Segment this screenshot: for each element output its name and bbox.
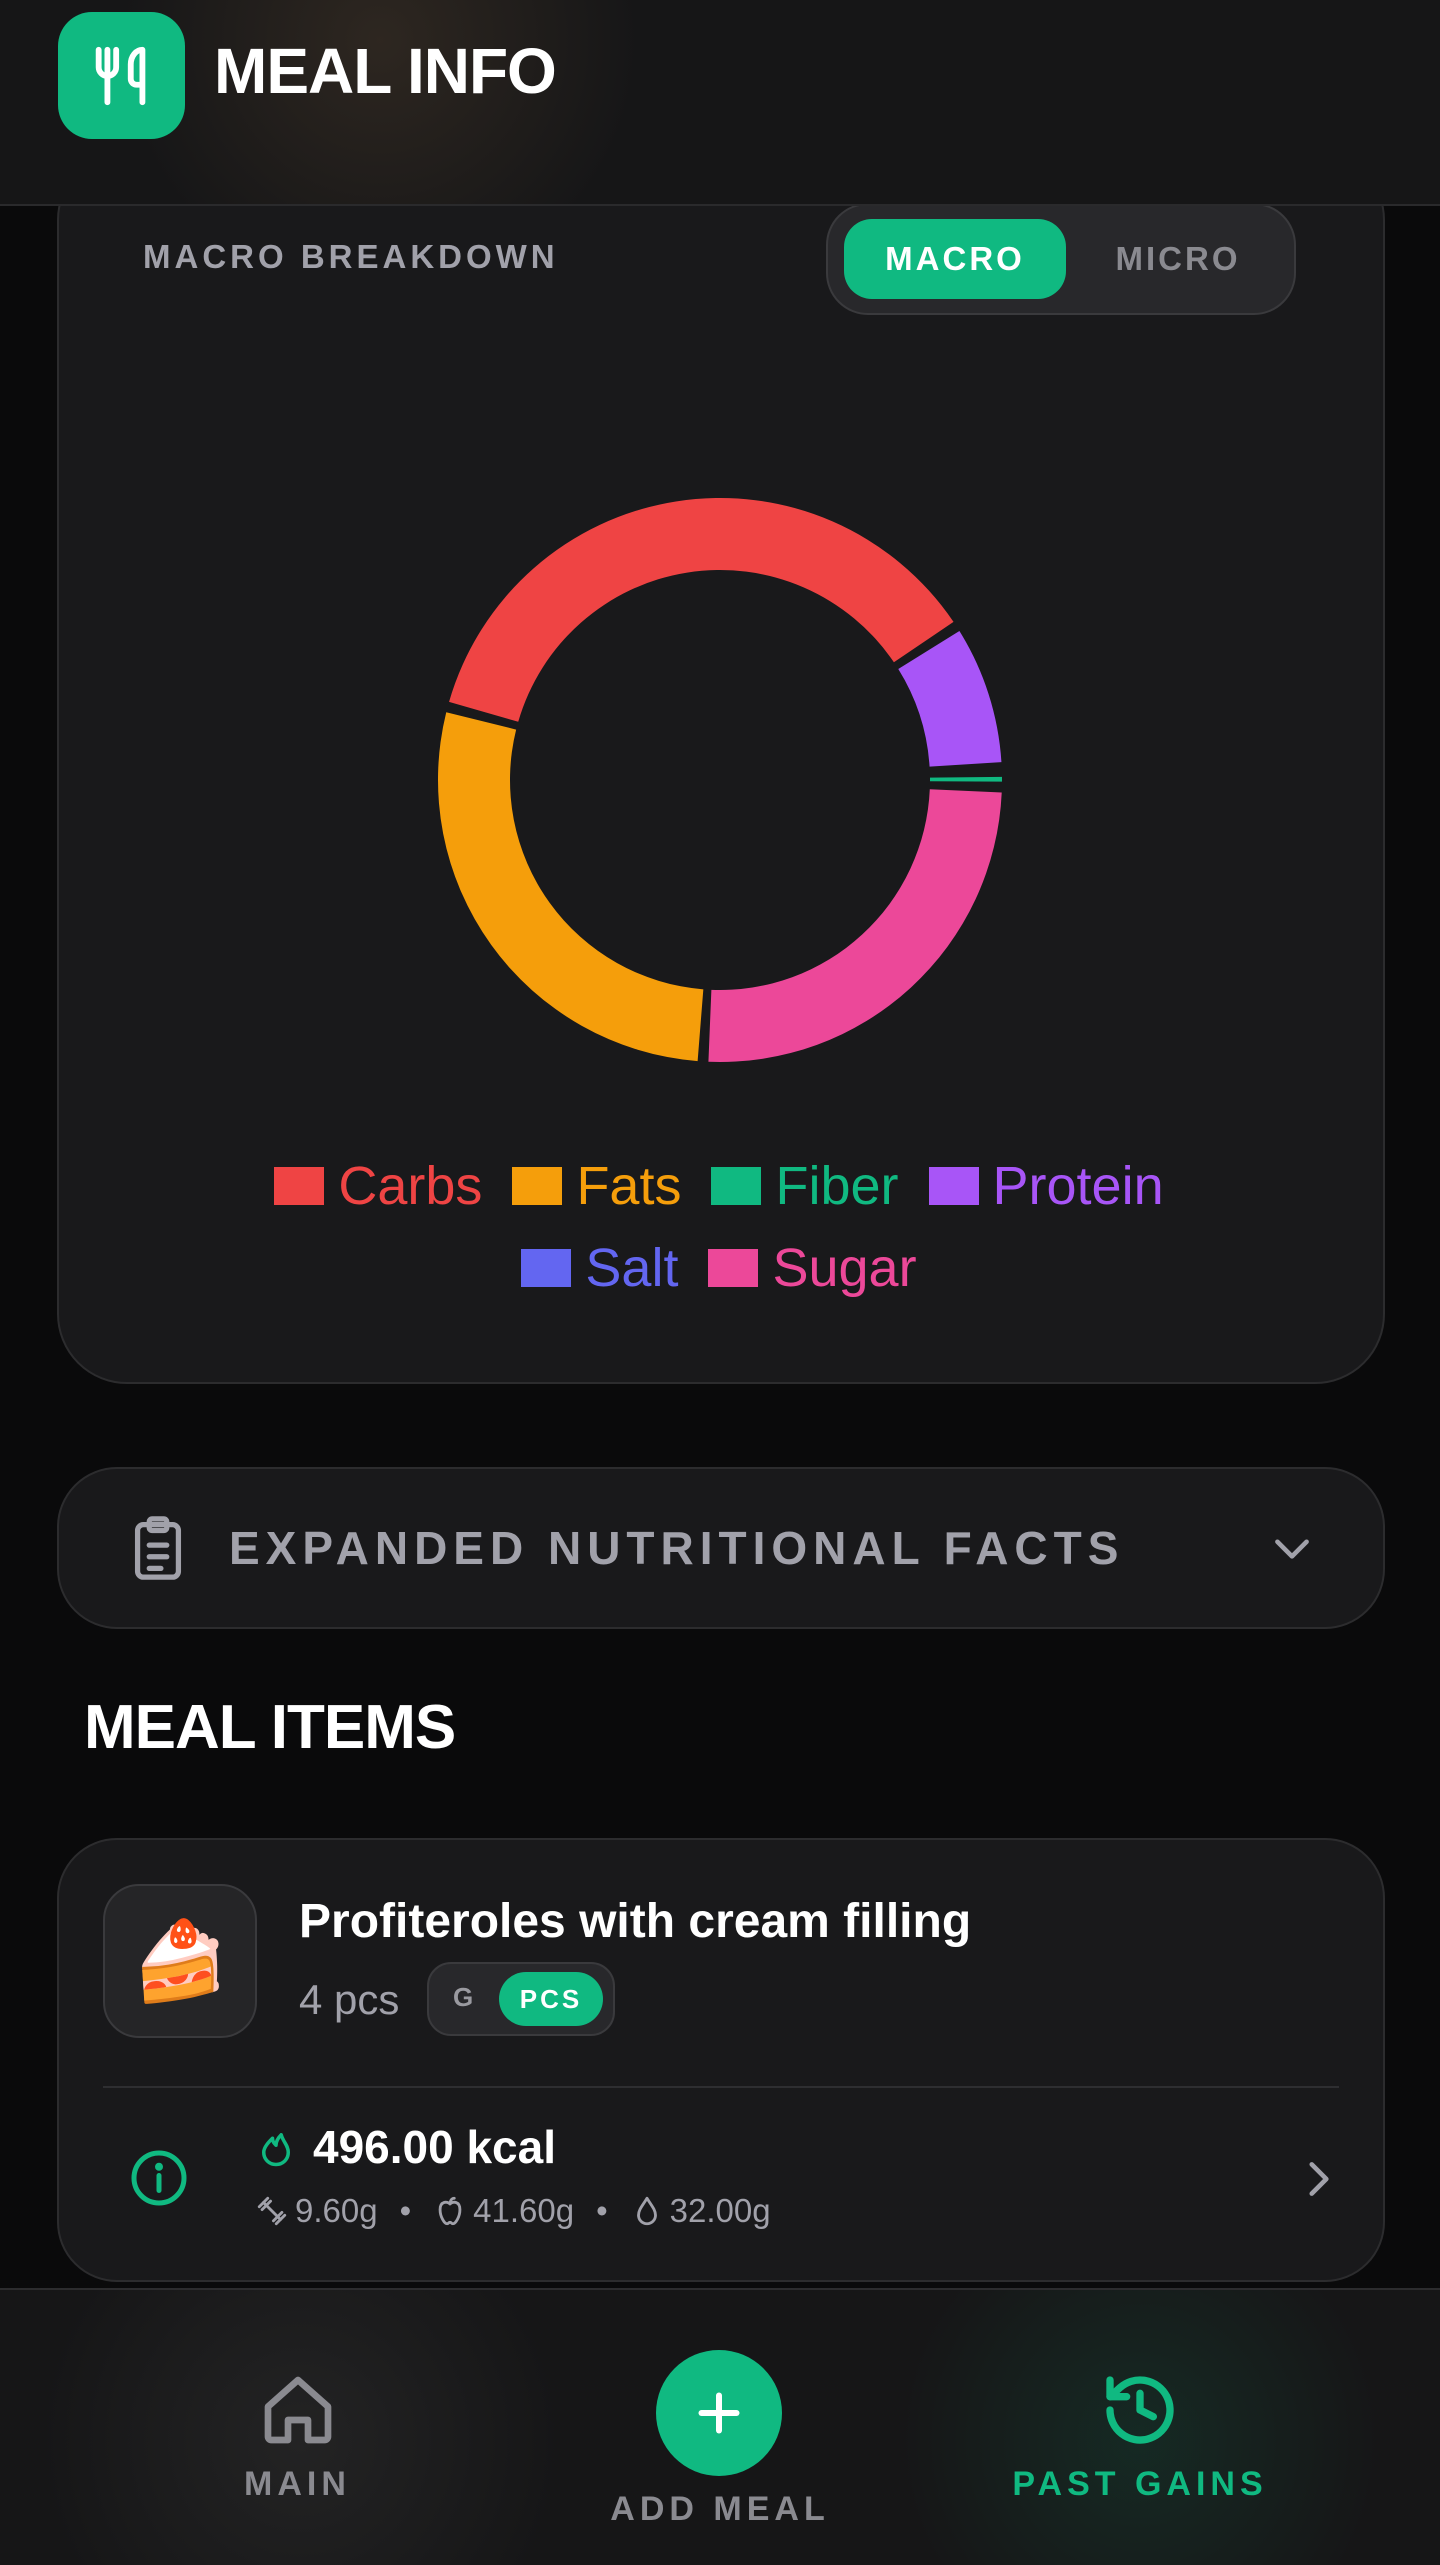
chevron-down-icon [1275,1539,1309,1559]
apple-icon [438,2196,462,2226]
plus-icon [698,2392,740,2434]
expanded-facts-label: EXPANDED NUTRITIONAL FACTS [229,1522,1125,1574]
nav-past-gains-label: PAST GAINS [1012,2465,1268,2503]
legend-swatch [711,1167,762,1205]
history-icon [1106,2376,1174,2444]
legend-label: Salt [585,1238,679,1298]
meal-item-card[interactable]: 🍰 Profiteroles with cream filling 4 pcs … [57,1838,1385,2282]
flame-icon [262,2133,290,2167]
meal-thumbnail: 🍰 [103,1884,257,2038]
nav-main-label: MAIN [244,2465,351,2503]
legend-label: Sugar [772,1238,917,1298]
dumbbell-icon [257,2196,287,2226]
legend-item-carbs: Carbs [274,1155,482,1217]
droplet-icon [636,2196,657,2226]
add-meal-button[interactable] [656,2350,782,2476]
home-icon [264,2376,331,2444]
meal-item-quantity: 4 pcs [299,1976,400,2023]
legend-label: Fiber [775,1156,899,1216]
donut-slice-sugar [708,789,1002,1062]
cake-icon: 🍰 [131,1917,229,2005]
macro-breakdown-label: MACRO BREAKDOWN [143,238,559,275]
bottom-navigation: MAIN ADD MEAL PAST GAINS [0,2288,1440,2565]
macro-donut-chart [438,498,1002,1062]
legend-swatch [274,1167,325,1205]
legend-item-salt: Salt [521,1237,678,1299]
chevron-right-icon[interactable] [1293,2154,1343,2204]
info-icon[interactable] [129,2148,189,2208]
meal-item-name: Profiteroles with cream filling [299,1895,972,1948]
legend-swatch [708,1249,759,1287]
donut-slice-fiber [929,776,1002,782]
clipboard-icon [134,1516,182,1580]
unit-grams-option[interactable]: G [453,1982,473,2013]
nav-main[interactable]: MAIN [200,2370,395,2504]
legend-swatch [928,1167,979,1205]
fork-knife-icon [95,46,145,105]
kcal-value: 496.00 kcal [313,2121,557,2173]
nav-past-gains[interactable]: PAST GAINS [1000,2370,1280,2504]
legend-swatch [521,1249,572,1287]
macro-micro-toggle: MACRO MICRO [826,203,1296,315]
unit-pieces-option[interactable]: PCS [499,1972,603,2026]
expanded-facts-toggle[interactable]: EXPANDED NUTRITIONAL FACTS [57,1467,1385,1629]
chart-legend: Carbs Fats Fiber Protein Salt Sugar [57,1155,1381,1299]
legend-swatch [512,1167,563,1205]
add-meal-label: ADD MEAL [610,2490,830,2528]
page-title: MEAL INFO [214,35,557,107]
legend-item-sugar: Sugar [708,1237,917,1299]
app-logo [58,12,185,139]
macro-values-row: 9.60g • 41.60g • 32.00g [255,2192,771,2230]
legend-item-fats: Fats [512,1155,681,1217]
donut-slice-fats [438,712,704,1062]
app-header: MEAL INFO [0,0,1440,206]
carbs-value: 41.60g [473,2192,575,2229]
legend-item-fiber: Fiber [711,1155,899,1217]
donut-slice-protein [898,630,1002,767]
legend-label: Fats [576,1156,682,1216]
donut-slice-carbs [449,498,954,722]
legend-label: Protein [992,1156,1164,1216]
legend-label: Carbs [338,1156,483,1216]
divider [103,2086,1339,2088]
unit-toggle: G PCS [427,1962,615,2036]
micro-tab[interactable]: MICRO [1078,219,1278,299]
kcal-row: 496.00 kcal [255,2120,556,2174]
protein-value: 9.60g [295,2192,378,2229]
legend-item-protein: Protein [928,1155,1164,1217]
macro-tab[interactable]: MACRO [844,219,1066,299]
meal-items-title: MEAL ITEMS [84,1693,456,1762]
fat-value: 32.00g [669,2192,771,2229]
